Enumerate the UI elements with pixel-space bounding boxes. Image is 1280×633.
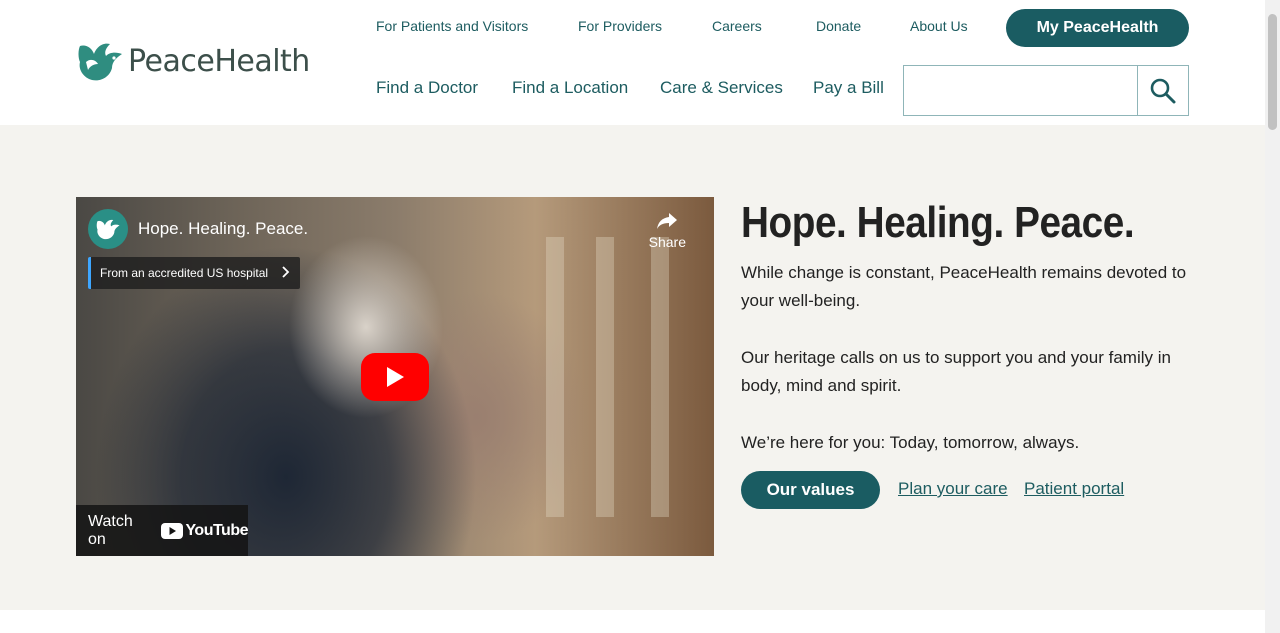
search-button[interactable] xyxy=(1137,66,1188,115)
nav-find-doctor[interactable]: Find a Doctor xyxy=(376,78,478,98)
hero-title: Hope. Healing. Peace. xyxy=(741,198,1135,247)
search-input[interactable] xyxy=(904,66,1137,115)
logo-wordmark: PeaceHealth xyxy=(128,43,310,79)
my-peacehealth-button[interactable]: My PeaceHealth xyxy=(1006,9,1189,47)
our-values-button[interactable]: Our values xyxy=(741,471,880,509)
youtube-logo: YouTube xyxy=(161,522,248,540)
utility-link-providers[interactable]: For Providers xyxy=(578,18,662,34)
hero-section: Hope. Healing. Peace. Share From an accr… xyxy=(0,125,1265,610)
hero-paragraph: We’re here for you: Today, tomorrow, alw… xyxy=(741,433,1080,452)
site-header: PeaceHealth For Patients and Visitors Fo… xyxy=(0,0,1265,125)
accredited-banner[interactable]: From an accredited US hospital xyxy=(88,257,300,289)
utility-link-careers[interactable]: Careers xyxy=(712,18,762,34)
youtube-wordmark: YouTube xyxy=(185,521,248,539)
hero-paragraph: While change is constant, PeaceHealth re… xyxy=(741,263,1187,310)
plan-your-care-link[interactable]: Plan your care xyxy=(898,479,1008,499)
peacehealth-logo[interactable]: PeaceHealth xyxy=(76,40,310,82)
scrollbar-thumb[interactable] xyxy=(1268,14,1277,130)
youtube-icon xyxy=(161,522,184,539)
hero-paragraph: Our heritage calls on us to support you … xyxy=(741,348,1171,395)
video-frame-window xyxy=(596,237,614,517)
utility-link-donate[interactable]: Donate xyxy=(816,18,861,34)
accredited-label: From an accredited US hospital xyxy=(100,266,269,280)
play-button[interactable] xyxy=(361,353,429,401)
search-box xyxy=(903,65,1189,116)
dove-icon xyxy=(96,219,120,240)
play-icon xyxy=(387,367,404,387)
patient-portal-link[interactable]: Patient portal xyxy=(1024,479,1124,499)
video-title-bar: Hope. Healing. Peace. xyxy=(88,209,308,249)
utility-link-about[interactable]: About Us xyxy=(910,18,968,34)
page-scrollbar[interactable] xyxy=(1265,0,1280,633)
share-label: Share xyxy=(648,234,686,250)
video-frame-window xyxy=(651,237,669,517)
watch-on-youtube[interactable]: Watch on YouTube xyxy=(76,505,248,556)
video-frame-window xyxy=(546,237,564,517)
share-button[interactable]: Share xyxy=(649,211,686,250)
search-icon xyxy=(1150,78,1176,103)
nav-find-location[interactable]: Find a Location xyxy=(512,78,628,98)
share-arrow-icon xyxy=(657,213,678,229)
video-title[interactable]: Hope. Healing. Peace. xyxy=(138,219,308,239)
dove-logo-icon xyxy=(78,43,122,81)
nav-care-services[interactable]: Care & Services xyxy=(660,78,783,98)
nav-pay-bill[interactable]: Pay a Bill xyxy=(813,78,884,98)
chevron-right-icon xyxy=(282,266,290,278)
watch-on-label: Watch on xyxy=(88,512,133,548)
video-player[interactable]: Hope. Healing. Peace. Share From an accr… xyxy=(76,197,714,556)
utility-link-patients[interactable]: For Patients and Visitors xyxy=(376,18,528,34)
channel-avatar[interactable] xyxy=(88,209,128,249)
